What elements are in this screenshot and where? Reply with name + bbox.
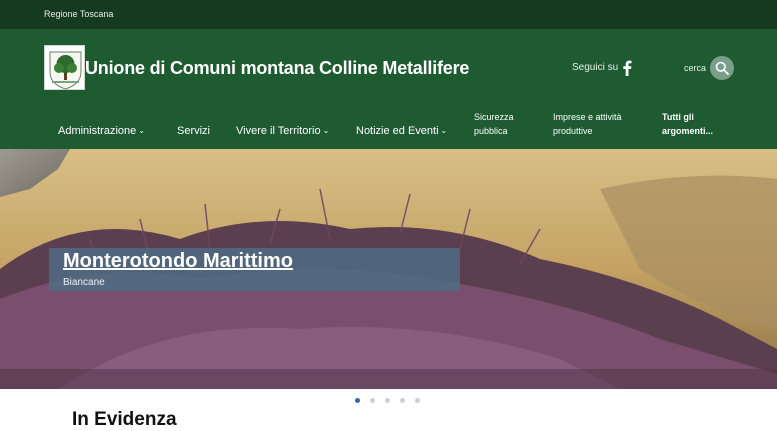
carousel-dot[interactable] [370,398,375,403]
nav-tutti-argomenti[interactable]: Tutti gli argomenti... [662,110,713,138]
chevron-down-icon: ⌄ [138,126,145,135]
carousel-indicators [355,398,420,406]
facebook-icon[interactable] [621,60,633,76]
search-icon [715,61,729,75]
nav-label-line: Tutti gli [662,112,694,122]
nav-sicurezza-pubblica[interactable]: Sicurezza pubblica [474,110,514,138]
nav-label: Notizie ed Eventi [356,125,439,137]
carousel-dot[interactable] [385,398,390,403]
logo-emblem-icon [49,51,82,90]
nav-imprese[interactable]: Imprese e attività produttive [553,110,622,138]
nav-label-line: argomenti... [662,126,714,136]
nav-servizi[interactable]: Servizi [177,125,210,137]
nav-amministrazione[interactable]: Administrazione ⌄ [58,125,145,137]
carousel-dot[interactable] [400,398,405,403]
region-link[interactable]: Regione Toscana [44,9,113,19]
nav-label-line: pubblica [474,126,508,136]
chevron-down-icon: ⌄ [322,126,330,135]
social-label: Seguici su [572,62,619,73]
search-button[interactable] [710,56,734,80]
search-label: cerca [684,63,707,73]
hero-subtitle: Biancane [63,277,105,288]
carousel-dot[interactable] [355,398,360,403]
nav-label: Administrazione [58,125,137,137]
nav-label-line: Imprese e attività [553,112,622,122]
hero-caption[interactable]: Monterotondo Marittimo Biancane [49,248,460,291]
section-title-evidenza: In Evidenza [72,409,177,430]
site-header: Unione di Comuni montana Colline Metalli… [0,29,777,149]
nav-label: Vivere il Territorio [236,125,321,137]
site-title[interactable]: Unione di Comuni montana Colline Metalli… [85,58,469,79]
nav-label-line: produttive [553,126,593,136]
top-bar: Regione Toscana [0,0,777,29]
chevron-down-icon: ⌄ [440,126,448,135]
nav-label: Servizi [177,125,211,137]
hero-title[interactable]: Monterotondo Marittimo [63,250,293,273]
nav-vivere-territorio[interactable]: Vivere il Territorio ⌄ [236,125,329,137]
carousel-dot[interactable] [415,398,420,403]
nav-notizie-eventi[interactable]: Notizie ed Eventi ⌄ [356,125,447,137]
nav-label-line: Sicurezza [474,112,514,122]
site-logo[interactable] [44,45,85,90]
